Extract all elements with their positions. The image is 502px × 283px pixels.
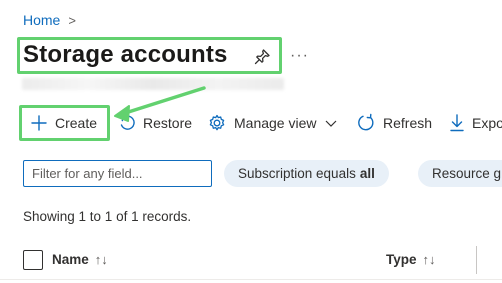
pin-icon[interactable] [252, 47, 272, 67]
sort-icon: ↑↓ [94, 252, 108, 267]
export-label: Expo [472, 115, 502, 131]
subscription-filter-label: Subscription equals [238, 166, 356, 181]
breadcrumb-separator: > [68, 12, 76, 28]
breadcrumb: Home > [23, 12, 76, 28]
export-button[interactable]: Expo [449, 108, 502, 138]
refresh-icon [358, 113, 374, 131]
blurred-subtitle [22, 78, 284, 90]
filter-input[interactable] [23, 160, 212, 187]
resource-group-filter-label: Resource g [432, 166, 502, 181]
refresh-label: Refresh [383, 115, 433, 131]
more-options-button[interactable]: ··· [290, 47, 309, 65]
column-type-label: Type [386, 252, 417, 267]
select-all-checkbox[interactable] [23, 250, 43, 270]
restore-label: Restore [143, 115, 193, 131]
chevron-down-icon [325, 120, 336, 127]
restore-button[interactable]: Restore [118, 108, 192, 138]
table-header-row: Name ↑↓ Type ↑↓ [0, 240, 502, 280]
records-count: Showing 1 to 1 of 1 records. [23, 209, 192, 224]
subscription-filter-pill[interactable]: Subscription equals all [224, 160, 389, 187]
column-header-name[interactable]: Name ↑↓ [52, 252, 108, 267]
resource-group-filter-pill[interactable]: Resource g [418, 160, 502, 187]
refresh-button[interactable]: Refresh [356, 108, 432, 138]
breadcrumb-home[interactable]: Home [23, 12, 60, 28]
subscription-filter-value: all [359, 166, 375, 181]
column-name-label: Name [52, 252, 89, 267]
download-icon [450, 114, 464, 132]
column-header-type[interactable]: Type ↑↓ [386, 252, 436, 267]
page-title: Storage accounts [23, 41, 228, 68]
column-divider[interactable] [476, 246, 477, 274]
sort-icon: ↑↓ [422, 252, 436, 267]
restore-icon [119, 115, 135, 130]
create-highlight-box [19, 105, 110, 141]
gear-icon [209, 114, 225, 131]
manage-view-label: Manage view [234, 115, 317, 131]
manage-view-button[interactable]: Manage view [207, 108, 338, 138]
